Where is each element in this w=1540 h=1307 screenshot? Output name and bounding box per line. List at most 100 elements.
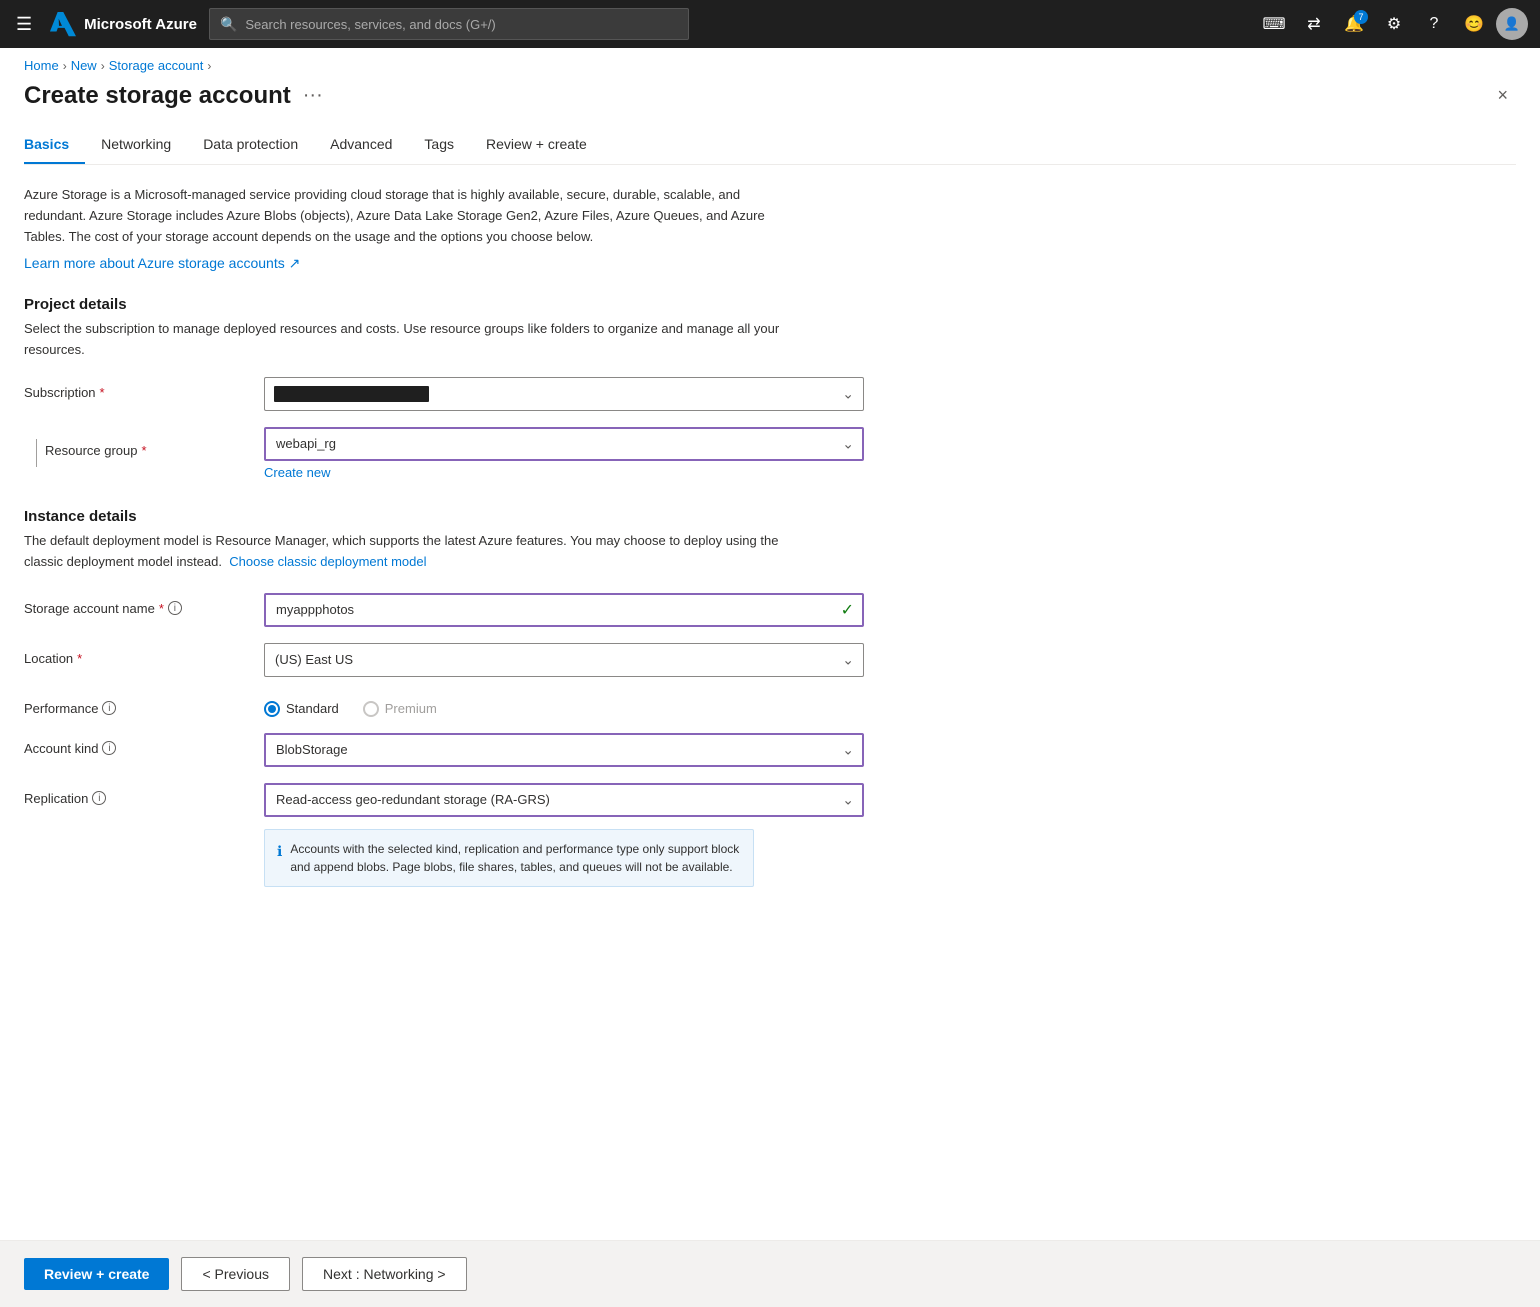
- resource-group-control: webapi_rg Create new: [264, 427, 864, 480]
- performance-premium-option[interactable]: Premium: [363, 701, 437, 717]
- hamburger-menu[interactable]: ☰: [12, 10, 36, 39]
- tab-basics[interactable]: Basics: [24, 126, 85, 164]
- account-kind-info-icon[interactable]: i: [102, 741, 116, 755]
- storage-account-name-wrapper: ✓: [264, 593, 864, 627]
- breadcrumb-storage-account[interactable]: Storage account: [109, 58, 204, 73]
- performance-standard-option[interactable]: Standard: [264, 701, 339, 717]
- storage-account-name-control: ✓: [264, 593, 864, 627]
- storage-account-name-valid-icon: ✓: [841, 600, 854, 620]
- tab-tags[interactable]: Tags: [408, 126, 470, 164]
- rg-required: *: [142, 443, 147, 458]
- search-input[interactable]: [245, 17, 678, 32]
- next-button[interactable]: Next : Networking >: [302, 1257, 467, 1291]
- topbar-icons: ⌨ ⇄ 🔔 7 ⚙ ? 😊 👤: [1256, 6, 1528, 42]
- location-select[interactable]: (US) East US: [264, 643, 864, 677]
- user-avatar[interactable]: 👤: [1496, 8, 1528, 40]
- storage-account-name-input[interactable]: [264, 593, 864, 627]
- resource-group-select-wrapper: webapi_rg: [264, 427, 864, 461]
- performance-info-icon[interactable]: i: [102, 701, 116, 715]
- rg-connector-line: [36, 439, 37, 467]
- san-info-icon[interactable]: i: [168, 601, 182, 615]
- breadcrumb-home[interactable]: Home: [24, 58, 59, 73]
- subscription-required: *: [100, 385, 105, 400]
- page-title-row: Create storage account ···: [24, 82, 323, 110]
- help-icon: ?: [1430, 15, 1439, 33]
- page-menu-dots[interactable]: ···: [303, 84, 323, 107]
- subscription-label: Subscription *: [24, 377, 264, 400]
- feedback-icon: 😊: [1464, 14, 1484, 34]
- rg-indent: Resource group *: [24, 427, 264, 467]
- content-area: Basics Networking Data protection Advanc…: [0, 126, 1540, 1240]
- notification-badge: 7: [1354, 10, 1368, 24]
- replication-label: Replication i: [24, 783, 264, 806]
- replication-info-box: ℹ Accounts with the selected kind, repli…: [264, 829, 754, 887]
- performance-premium-radio[interactable]: [363, 701, 379, 717]
- directory-button[interactable]: ⇄: [1296, 6, 1332, 42]
- basics-description: Azure Storage is a Microsoft-managed ser…: [24, 185, 784, 247]
- azure-logo: Microsoft Azure: [48, 10, 197, 38]
- tab-data-protection[interactable]: Data protection: [187, 126, 314, 164]
- replication-row: Replication i Read-access geo-redundant …: [24, 783, 864, 887]
- resource-group-label: Resource group *: [45, 443, 147, 458]
- external-link-icon: ↗: [289, 255, 301, 271]
- account-kind-row: Account kind i BlobStorage: [24, 733, 864, 767]
- bottom-spacer: [24, 903, 1516, 983]
- account-kind-label: Account kind i: [24, 733, 264, 756]
- san-required: *: [159, 601, 164, 616]
- directory-icon: ⇄: [1307, 14, 1320, 34]
- tab-advanced[interactable]: Advanced: [314, 126, 408, 164]
- location-label: Location *: [24, 643, 264, 666]
- create-new-rg-link[interactable]: Create new: [264, 465, 330, 480]
- settings-button[interactable]: ⚙: [1376, 6, 1412, 42]
- close-button[interactable]: ×: [1489, 81, 1516, 110]
- notifications-button[interactable]: 🔔 7: [1336, 6, 1372, 42]
- review-create-button[interactable]: Review + create: [24, 1258, 169, 1290]
- location-control: (US) East US: [264, 643, 864, 677]
- breadcrumb-sep-2: ›: [101, 59, 105, 73]
- account-kind-select[interactable]: BlobStorage: [264, 733, 864, 767]
- subscription-row: Subscription *: [24, 377, 864, 411]
- replication-info-icon[interactable]: i: [92, 791, 106, 805]
- help-button[interactable]: ?: [1416, 6, 1452, 42]
- location-select-wrapper: (US) East US: [264, 643, 864, 677]
- page-header: Create storage account ··· ×: [0, 77, 1540, 126]
- instance-details-description: The default deployment model is Resource…: [24, 531, 784, 573]
- subscription-control: [264, 377, 864, 411]
- tab-review-create[interactable]: Review + create: [470, 126, 603, 164]
- account-kind-select-wrapper: BlobStorage: [264, 733, 864, 767]
- resource-group-select[interactable]: webapi_rg: [264, 427, 864, 461]
- performance-premium-label: Premium: [385, 701, 437, 716]
- performance-control: Standard Premium: [264, 693, 864, 717]
- page-title: Create storage account: [24, 82, 291, 110]
- location-required: *: [77, 651, 82, 666]
- replication-info-text: Accounts with the selected kind, replica…: [290, 840, 741, 876]
- cloud-shell-icon: ⌨: [1262, 14, 1285, 34]
- avatar-icon: 👤: [1504, 16, 1520, 32]
- breadcrumb-sep-3: ›: [207, 59, 211, 73]
- learn-more-link[interactable]: Learn more about Azure storage accounts …: [24, 255, 300, 271]
- instance-details-title: Instance details: [24, 508, 1516, 525]
- tab-networking[interactable]: Networking: [85, 126, 187, 164]
- performance-standard-label: Standard: [286, 701, 339, 716]
- learn-more-text: Learn more about Azure storage accounts: [24, 255, 285, 271]
- project-details-title: Project details: [24, 296, 1516, 313]
- breadcrumb-new[interactable]: New: [71, 58, 97, 73]
- logo-text: Microsoft Azure: [84, 16, 197, 33]
- feedback-button[interactable]: 😊: [1456, 6, 1492, 42]
- classic-deployment-link[interactable]: Choose classic deployment model: [229, 554, 426, 569]
- main-container: Home › New › Storage account › Create st…: [0, 48, 1540, 1307]
- replication-select[interactable]: Read-access geo-redundant storage (RA-GR…: [264, 783, 864, 817]
- cloud-shell-button[interactable]: ⌨: [1256, 6, 1292, 42]
- subscription-select[interactable]: [264, 377, 864, 411]
- performance-standard-radio[interactable]: [264, 701, 280, 717]
- replication-control: Read-access geo-redundant storage (RA-GR…: [264, 783, 864, 817]
- account-kind-control: BlobStorage: [264, 733, 864, 767]
- previous-button[interactable]: < Previous: [181, 1257, 290, 1291]
- bottom-bar: Review + create < Previous Next : Networ…: [0, 1240, 1540, 1307]
- breadcrumb-sep-1: ›: [63, 59, 67, 73]
- performance-row: Performance i Standard Premium: [24, 693, 864, 717]
- replication-info-container: ℹ Accounts with the selected kind, repli…: [264, 825, 754, 887]
- search-bar[interactable]: 🔍: [209, 8, 689, 40]
- performance-label: Performance i: [24, 693, 264, 716]
- gear-icon: ⚙: [1387, 14, 1401, 34]
